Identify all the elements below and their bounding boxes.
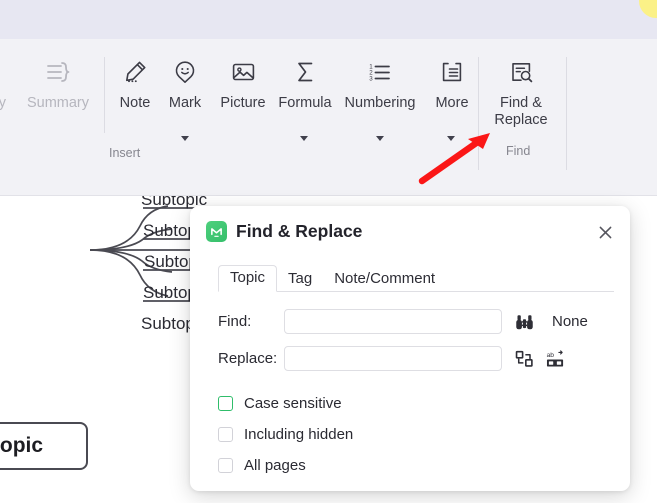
find-replace-magnifier-icon [483,55,559,89]
more-panel-icon [426,55,478,89]
ribbon-divider-1 [104,57,105,133]
ribbon-item-picture[interactable]: Picture [210,55,276,112]
chevron-down-icon-more[interactable] [447,136,455,141]
ribbon-toolbar: ry Summary [0,39,657,196]
close-icon[interactable] [596,223,614,241]
svg-text:ab: ab [546,352,554,359]
dialog-header: Find & Replace [190,206,630,256]
replace-label: Replace: [218,350,278,367]
option-label-including-hidden: Including hidden [244,426,354,443]
option-all-pages[interactable]: All pages [218,450,630,481]
option-label-case-sensitive: Case sensitive [244,395,342,412]
title-bar-band [0,0,657,39]
central-topic-node[interactable]: topic [0,422,88,470]
dialog-options: Case sensitive Including hidden All page… [218,388,630,481]
numbering-list-icon: 1 2 3 [334,55,426,89]
ribbon-group-label-find: Find [506,144,531,158]
find-replace-dialog: Find & Replace Topic Tag Note/Comment Fi… [190,206,630,491]
formula-sigma-icon [276,55,334,89]
find-label: Find: [218,313,252,330]
chevron-down-icon-formula[interactable] [300,136,308,141]
replace-row: Replace: ab [218,343,630,374]
mark-smiley-pin-icon [160,55,210,89]
ribbon-item-summary[interactable]: Summary [22,55,94,112]
chevron-down-icon-numbering[interactable] [376,136,384,141]
ribbon-item-formula[interactable]: Formula [276,55,334,112]
option-including-hidden[interactable]: Including hidden [218,419,630,450]
app-window: ry Summary [0,0,657,503]
dialog-tabs: Topic Tag Note/Comment [218,264,614,292]
ribbon-group-label-insert: Insert [109,146,141,160]
ribbon-item-more[interactable]: More [426,55,478,112]
ribbon-item-numbering[interactable]: 1 2 3 Numbering [334,55,426,112]
tab-tag[interactable]: Tag [277,267,323,292]
chevron-down-icon-mark[interactable] [181,136,189,141]
checkbox-including-hidden[interactable] [218,427,233,442]
option-label-all-pages: All pages [244,457,306,474]
binoculars-icon[interactable] [514,312,534,332]
find-input[interactable] [284,309,502,334]
ribbon-item-note[interactable]: Note [106,55,164,112]
checkbox-all-pages[interactable] [218,458,233,473]
replace-input[interactable] [284,346,502,371]
tab-note-comment[interactable]: Note/Comment [323,267,446,292]
picture-image-icon [210,55,276,89]
svg-text:3: 3 [369,76,373,83]
ribbon-item-mark[interactable]: Mark [160,55,210,112]
tab-topic[interactable]: Topic [218,265,278,292]
note-pencil-icon [106,55,164,89]
dialog-title: Find & Replace [236,220,363,241]
ribbon-divider-2 [478,57,479,170]
xmind-logo-icon [206,220,227,242]
replace-all-icon[interactable]: ab [545,349,565,369]
replace-one-icon[interactable] [514,349,534,369]
yellow-decoration-circle [639,0,657,18]
option-case-sensitive[interactable]: Case sensitive [218,388,630,419]
find-row: Find: None [218,306,630,337]
ribbon-divider-3 [566,57,567,170]
summary-icon [22,55,94,89]
checkbox-case-sensitive[interactable] [218,396,233,411]
ribbon-item-find-replace[interactable]: Find & Replace [483,55,559,129]
match-count-label: None [552,313,588,330]
